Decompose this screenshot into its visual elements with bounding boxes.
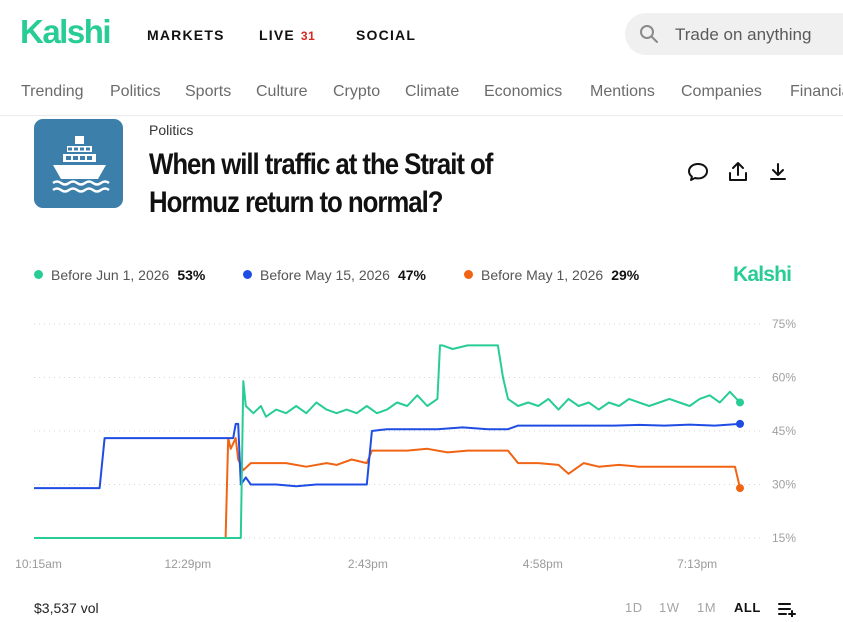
y-tick-label: 45% <box>772 424 796 438</box>
category-economics[interactable]: Economics <box>484 83 562 101</box>
category-trending[interactable]: Trending <box>21 83 84 101</box>
nav-social[interactable]: SOCIAL <box>356 27 416 43</box>
category-mentions[interactable]: Mentions <box>590 83 655 101</box>
ship-icon <box>34 119 123 208</box>
header-divider <box>0 115 843 116</box>
chart-settings-icon[interactable] <box>778 601 796 622</box>
nav-live-label: LIVE <box>259 27 295 43</box>
legend-pct: 29% <box>611 267 640 283</box>
category-sports[interactable]: Sports <box>185 83 231 101</box>
range-1m-button[interactable]: 1M <box>697 600 716 615</box>
legend-label: Before Jun 1, 2026 <box>51 267 170 283</box>
x-tick-label: 2:43pm <box>348 557 388 571</box>
download-icon[interactable] <box>766 160 790 184</box>
legend-pct: 53% <box>177 267 206 283</box>
search-input[interactable] <box>673 22 843 48</box>
chart-brand-logo: Kalshi <box>733 263 792 286</box>
range-1w-button[interactable]: 1W <box>659 600 680 615</box>
search-icon <box>639 24 659 49</box>
legend-item-jun1[interactable]: Before Jun 1, 2026 53% <box>34 267 205 283</box>
market-category[interactable]: Politics <box>149 122 193 138</box>
series-end-point <box>736 398 744 407</box>
legend-dot-icon <box>243 270 252 279</box>
share-icon[interactable] <box>726 160 750 184</box>
category-bar: Trending Politics Sports Culture Crypto … <box>0 80 843 106</box>
y-tick-label: 75% <box>772 317 796 331</box>
market-title: When will traffic at the Strait of Hormu… <box>149 148 493 219</box>
y-tick-label: 60% <box>772 371 796 385</box>
category-companies[interactable]: Companies <box>681 83 762 101</box>
kalshi-logo[interactable]: Kalshi <box>20 13 112 51</box>
legend-pct: 47% <box>397 267 427 283</box>
legend-label: Before May 15, 2026 <box>260 267 390 283</box>
legend-item-may15[interactable]: Before May 15, 2026 47% <box>243 267 426 283</box>
series-line <box>34 344 741 539</box>
range-all-button[interactable]: ALL <box>734 600 761 615</box>
nav-markets[interactable]: MARKETS <box>147 27 225 43</box>
range-1d-button[interactable]: 1D <box>625 600 643 615</box>
nav-live[interactable]: LIVE 31 <box>259 27 315 43</box>
comment-icon[interactable] <box>686 160 710 184</box>
x-tick-label: 4:58pm <box>523 557 563 571</box>
legend-dot-icon <box>34 270 43 279</box>
y-tick-label: 15% <box>772 531 796 545</box>
series-line <box>34 422 741 490</box>
x-tick-label: 7:13pm <box>677 557 717 571</box>
legend-label: Before May 1, 2026 <box>481 267 604 283</box>
category-crypto[interactable]: Crypto <box>333 83 380 101</box>
category-financials[interactable]: Financials <box>790 83 843 101</box>
top-nav: Kalshi MARKETS LIVE 31 SOCIAL <box>0 0 843 68</box>
legend-item-may1[interactable]: Before May 1, 2026 29% <box>464 267 639 283</box>
volume-label: $3,537 vol <box>34 600 99 616</box>
live-count-badge: 31 <box>300 29 316 43</box>
legend-dot-icon <box>464 270 473 279</box>
search-box[interactable] <box>625 13 843 55</box>
x-tick-label: 10:15am <box>15 557 62 571</box>
price-chart[interactable]: 15% 30% 45% 60% 75% 10:15am 12:29pm 2:43pm 4:58p… <box>0 300 843 580</box>
category-climate[interactable]: Climate <box>405 83 459 101</box>
x-tick-label: 12:29pm <box>164 557 211 571</box>
series-line <box>34 437 741 539</box>
y-tick-label: 30% <box>772 478 796 492</box>
series-end-point <box>736 484 744 493</box>
series-end-point <box>736 419 744 428</box>
category-politics[interactable]: Politics <box>110 83 161 101</box>
category-culture[interactable]: Culture <box>256 83 308 101</box>
